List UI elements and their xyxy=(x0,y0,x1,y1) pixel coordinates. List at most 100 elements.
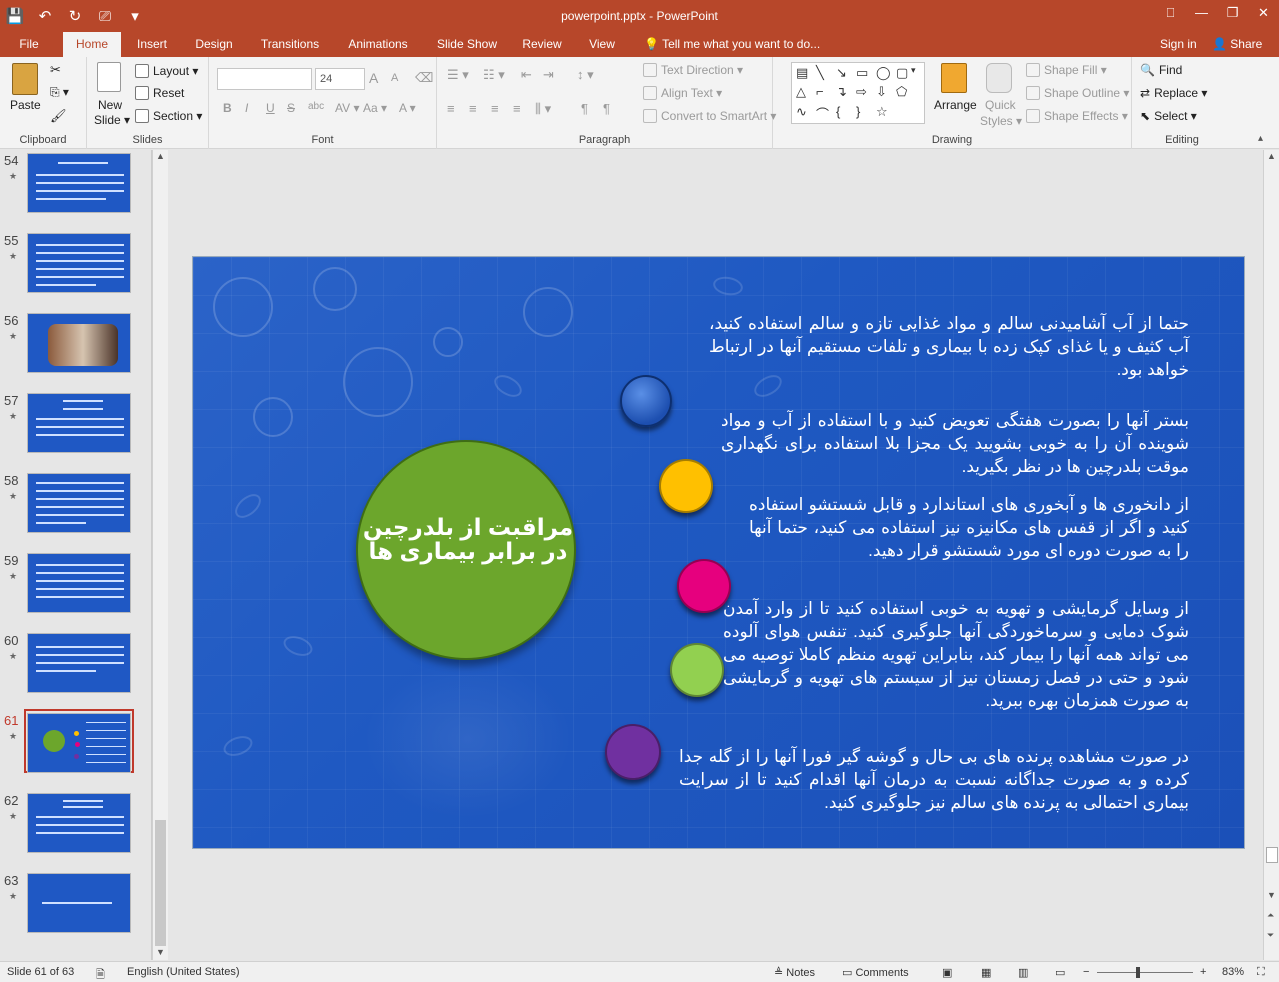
bullets-icon[interactable]: ☰ ▾ xyxy=(447,67,469,83)
font-name-box[interactable] xyxy=(217,68,312,90)
tab-view[interactable]: View xyxy=(580,32,624,57)
slide-vertical-scrollbar[interactable]: ▲ ▼ ⏶ ⏷ xyxy=(1263,150,1279,960)
new-slide-icon[interactable] xyxy=(97,62,121,92)
bold-button[interactable]: B xyxy=(223,101,232,115)
copy-icon[interactable]: ⎘ ▾ xyxy=(50,85,69,100)
font-size-box[interactable]: 24 xyxy=(315,68,365,90)
star-shape-icon[interactable]: ☆ xyxy=(876,104,888,120)
thumbnail-59[interactable]: 59 ★ xyxy=(0,551,140,613)
next-slide-icon[interactable]: ⏷ xyxy=(1267,930,1274,941)
arc-shape-icon[interactable]: ⌒ xyxy=(816,104,829,123)
thumbnail-62[interactable]: 62 ★ xyxy=(0,791,140,853)
thumbnail-60[interactable]: 60 ★ xyxy=(0,631,140,693)
ribbon-display-options-icon[interactable]: ⎕ xyxy=(1155,0,1186,32)
italic-button[interactable]: I xyxy=(245,101,248,115)
restore-icon[interactable]: ❐ xyxy=(1217,0,1248,32)
sign-in-link[interactable]: Sign in xyxy=(1160,32,1197,57)
change-case-button[interactable]: Aa ▾ xyxy=(363,101,387,115)
brace-right-icon[interactable]: } xyxy=(856,104,860,119)
scroll-up-icon[interactable]: ▲ xyxy=(1267,151,1276,161)
justify-icon[interactable]: ≡ xyxy=(513,101,521,116)
notes-button[interactable]: ≜ Notes xyxy=(774,966,815,979)
line-shape-icon[interactable]: ╲ xyxy=(816,65,824,81)
clear-formatting-icon[interactable]: ⌫ xyxy=(415,70,433,86)
shapes-gallery[interactable]: ▤ ╲ ↘ ▭ ◯ ▢ △ ⌐ ↴ ⇨ ⇩ ⬠ ∿ ⌒ { } ☆ ▾ xyxy=(791,62,925,124)
shape-outline-button[interactable]: Shape Outline ▾ xyxy=(1026,86,1129,100)
zoom-in-icon[interactable]: + xyxy=(1200,966,1206,978)
font-color-button[interactable]: A ▾ xyxy=(399,101,416,115)
numbering-icon[interactable]: ☷ ▾ xyxy=(483,67,505,83)
oval-shape-icon[interactable]: ◯ xyxy=(876,65,891,81)
tab-animations[interactable]: Animations xyxy=(339,32,417,57)
elbow-connector-icon[interactable]: ⌐ xyxy=(816,84,824,99)
cut-icon[interactable]: ✂ xyxy=(50,62,61,78)
close-icon[interactable]: ✕ xyxy=(1248,0,1279,32)
gallery-more-icon[interactable]: ▾ xyxy=(911,65,916,76)
select-button[interactable]: ⬉ Select ▾ xyxy=(1140,109,1197,123)
align-text-button[interactable]: Align Text ▾ xyxy=(643,86,722,100)
paragraph-2[interactable]: بستر آنها را بصورت هفتگی تعویض کنید و با… xyxy=(721,409,1189,478)
increase-indent-icon[interactable]: ⇥ xyxy=(543,67,554,83)
shadow-button[interactable]: abc xyxy=(308,101,324,112)
thumbnail-61[interactable]: 61 ★ xyxy=(0,709,140,773)
arrange-button[interactable]: Arrange xyxy=(934,98,977,112)
paste-icon[interactable] xyxy=(12,63,38,95)
arrow-shape-icon[interactable]: ↘ xyxy=(836,65,847,81)
format-painter-icon[interactable]: 🖌 xyxy=(50,108,67,124)
tab-transitions[interactable]: Transitions xyxy=(251,32,329,57)
ltr-icon[interactable]: ¶ xyxy=(603,101,610,116)
slideshow-view-icon[interactable]: ▭ xyxy=(1055,966,1065,979)
paragraph-3[interactable]: از دانخوری ها و آبخوری های استاندارد و ق… xyxy=(749,493,1189,562)
grow-font-button[interactable]: A xyxy=(369,70,378,86)
triangle-shape-icon[interactable]: △ xyxy=(796,84,806,100)
tab-file[interactable]: File xyxy=(6,32,52,57)
zoom-level[interactable]: 83% xyxy=(1222,966,1244,978)
thumbnails-scrollbar[interactable]: ▲ ▼ xyxy=(152,150,168,960)
layout-button[interactable]: Layout ▾ xyxy=(135,64,198,78)
rectangle-shape-icon[interactable]: ▭ xyxy=(856,65,868,81)
paste-button[interactable]: Paste xyxy=(10,98,41,112)
tab-slide-show[interactable]: Slide Show xyxy=(428,32,506,57)
paragraph-1[interactable]: حتما از آب آشامیدنی سالم و مواد غذایی تا… xyxy=(709,312,1189,381)
scroll-down-icon[interactable]: ▼ xyxy=(156,947,165,957)
new-slide-button[interactable]: New xyxy=(98,98,122,112)
convert-smartart-button[interactable]: Convert to SmartArt ▾ xyxy=(643,109,776,123)
shrink-font-button[interactable]: A xyxy=(391,72,398,84)
tab-design[interactable]: Design xyxy=(186,32,242,57)
align-center-icon[interactable]: ≡ xyxy=(469,101,477,116)
spelling-check-icon[interactable]: 🗎 xyxy=(96,966,105,982)
collapse-ribbon-icon[interactable]: ▴ xyxy=(1258,133,1263,144)
align-left-icon[interactable]: ≡ xyxy=(447,101,455,116)
find-button[interactable]: 🔍 Find xyxy=(1140,63,1182,77)
slide-title[interactable]: مراقبت از بلدرچین در برابر بیماری ها xyxy=(353,515,583,563)
comments-button[interactable]: ▭ Comments xyxy=(842,966,909,979)
tab-insert[interactable]: Insert xyxy=(127,32,177,57)
align-right-icon[interactable]: ≡ xyxy=(491,101,499,116)
columns-icon[interactable]: ⫼ ▾ xyxy=(535,101,551,117)
reset-button[interactable]: Reset xyxy=(135,86,184,100)
share-button[interactable]: 👤 Share xyxy=(1212,32,1262,57)
thumbnail-58[interactable]: 58 ★ xyxy=(0,471,140,533)
line-spacing-icon[interactable]: ↕ ▾ xyxy=(577,67,594,83)
paragraph-4[interactable]: از وسایل گرمایشی و تهویه به خوبی استفاده… xyxy=(723,597,1189,712)
thumbnail-54[interactable]: 54 ★ xyxy=(0,151,140,213)
brace-left-icon[interactable]: { xyxy=(836,104,840,119)
decrease-indent-icon[interactable]: ⇤ xyxy=(521,67,532,83)
rounded-rect-shape-icon[interactable]: ▢ xyxy=(896,65,908,81)
normal-view-icon[interactable]: ▣ xyxy=(942,966,952,979)
quick-styles-dropdown[interactable]: Styles ▾ xyxy=(980,114,1022,128)
zoom-slider[interactable] xyxy=(1097,972,1193,973)
paragraph-5[interactable]: در صورت مشاهده پرنده های بی حال و گوشه گ… xyxy=(679,745,1189,814)
previous-slide-icon[interactable]: ⏶ xyxy=(1267,910,1274,921)
replace-button[interactable]: ⇄ Replace ▾ xyxy=(1140,86,1207,100)
underline-button[interactable]: U xyxy=(266,101,275,115)
slide-canvas[interactable]: مراقبت از بلدرچین در برابر بیماری ها حتم… xyxy=(192,256,1245,849)
zoom-slider-thumb[interactable] xyxy=(1136,967,1140,978)
scroll-thumb[interactable] xyxy=(155,820,166,946)
character-spacing-button[interactable]: AV ▾ xyxy=(335,101,359,115)
section-button[interactable]: Section ▾ xyxy=(135,109,202,123)
scroll-up-icon[interactable]: ▲ xyxy=(156,151,165,161)
down-arrow-shape-icon[interactable]: ⇩ xyxy=(876,84,887,100)
minimize-icon[interactable]: — xyxy=(1186,0,1217,32)
tab-review[interactable]: Review xyxy=(515,32,569,57)
